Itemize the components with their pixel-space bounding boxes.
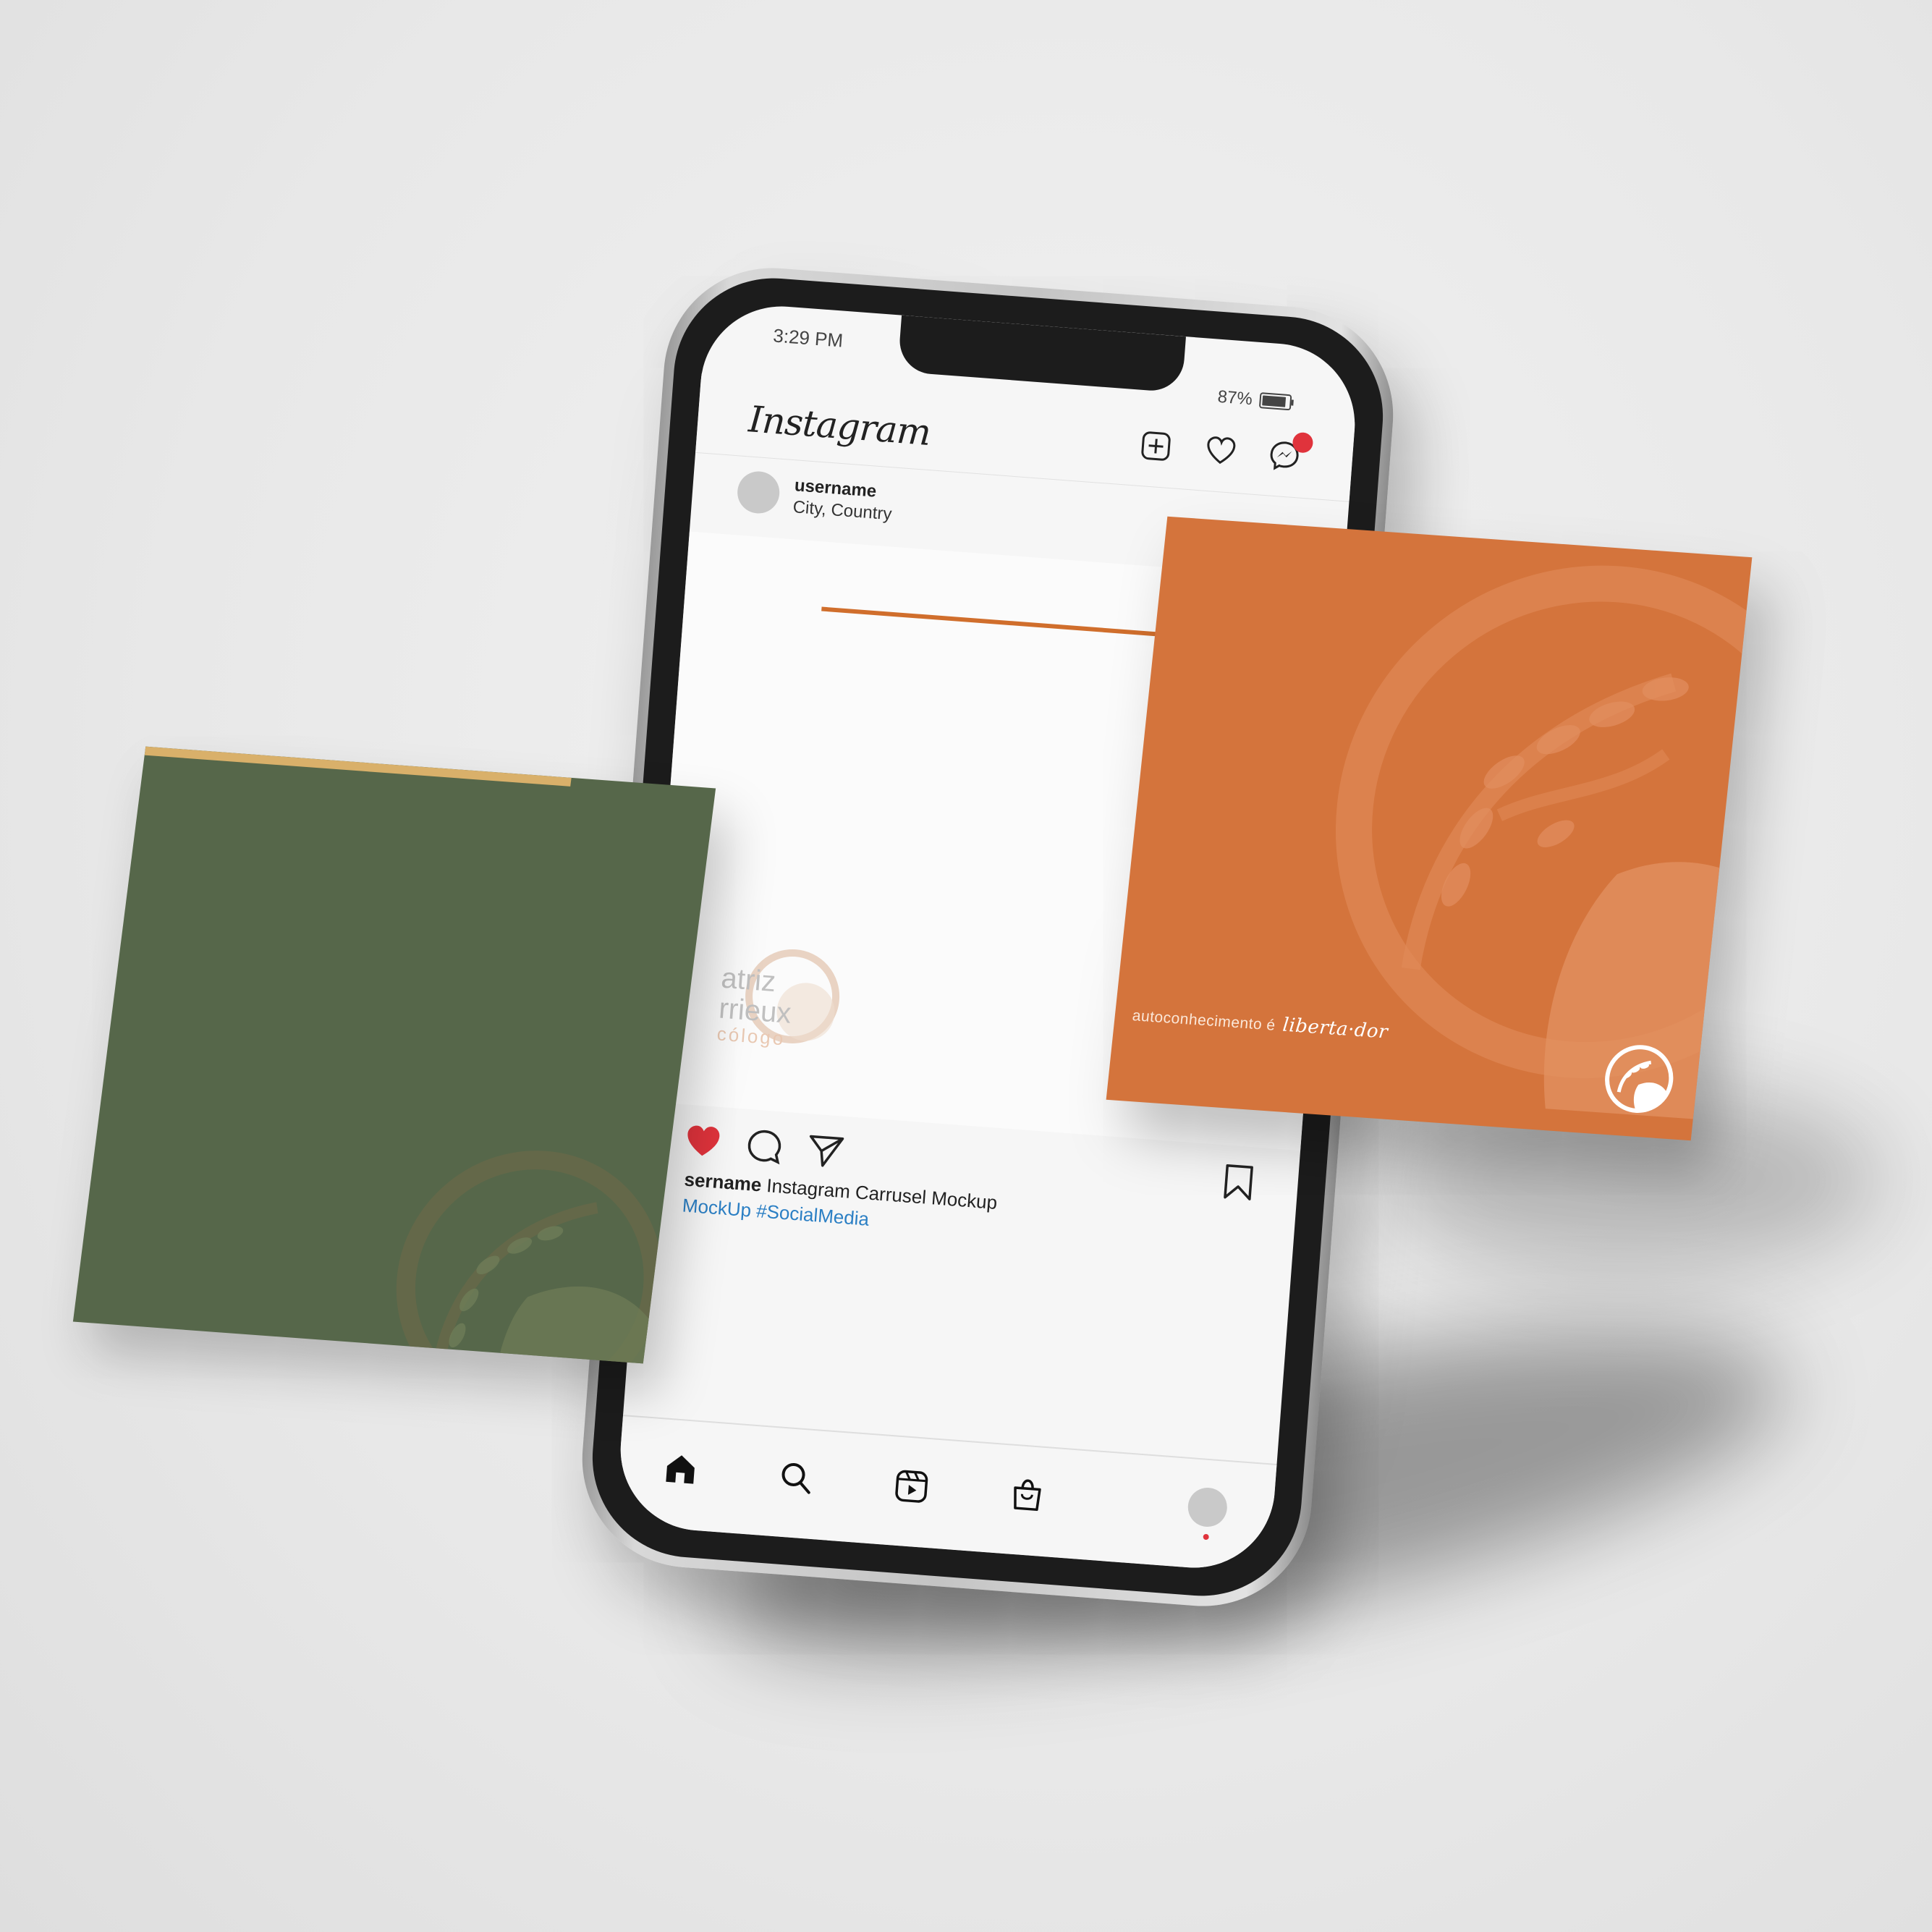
watermark-logo: atriz rrieux cólogo xyxy=(694,939,847,1065)
bookmark-icon[interactable] xyxy=(1218,1161,1260,1203)
brand-badge-icon xyxy=(1605,1045,1674,1113)
camera-notch xyxy=(897,315,1186,393)
bottom-tab-bar xyxy=(614,1415,1277,1574)
status-time: 3:29 PM xyxy=(772,324,844,352)
home-icon[interactable] xyxy=(661,1449,700,1488)
profile-avatar[interactable] xyxy=(1186,1486,1229,1528)
post-avatar[interactable] xyxy=(736,470,781,515)
battery-icon xyxy=(1258,392,1292,411)
mockup-scene: 3:29 PM 87% Instagram username City, Cou… xyxy=(0,0,1932,1932)
green-carousel-card xyxy=(72,746,716,1364)
like-icon[interactable] xyxy=(682,1121,724,1163)
gold-accent-strip xyxy=(144,746,572,787)
comment-icon[interactable] xyxy=(743,1126,785,1168)
tagline-plain: autoconhecimento é xyxy=(1131,1007,1276,1034)
search-icon[interactable] xyxy=(776,1458,815,1497)
share-icon[interactable] xyxy=(805,1130,847,1172)
media-accent-line xyxy=(821,606,1183,638)
post-location[interactable]: City, Country xyxy=(792,497,893,525)
profile-notification-dot xyxy=(1203,1533,1209,1541)
status-battery: 87% xyxy=(1217,387,1292,413)
battery-percent: 87% xyxy=(1216,386,1253,410)
reels-icon[interactable] xyxy=(892,1467,931,1506)
caption-username[interactable]: sername xyxy=(684,1169,763,1196)
heart-icon[interactable] xyxy=(1204,434,1238,468)
new-post-icon[interactable] xyxy=(1139,429,1173,463)
orange-carousel-card: autoconhecimento é liberta·dor xyxy=(1106,516,1753,1141)
instagram-logo[interactable]: Instagram xyxy=(747,398,932,454)
shop-icon[interactable] xyxy=(1008,1475,1047,1514)
